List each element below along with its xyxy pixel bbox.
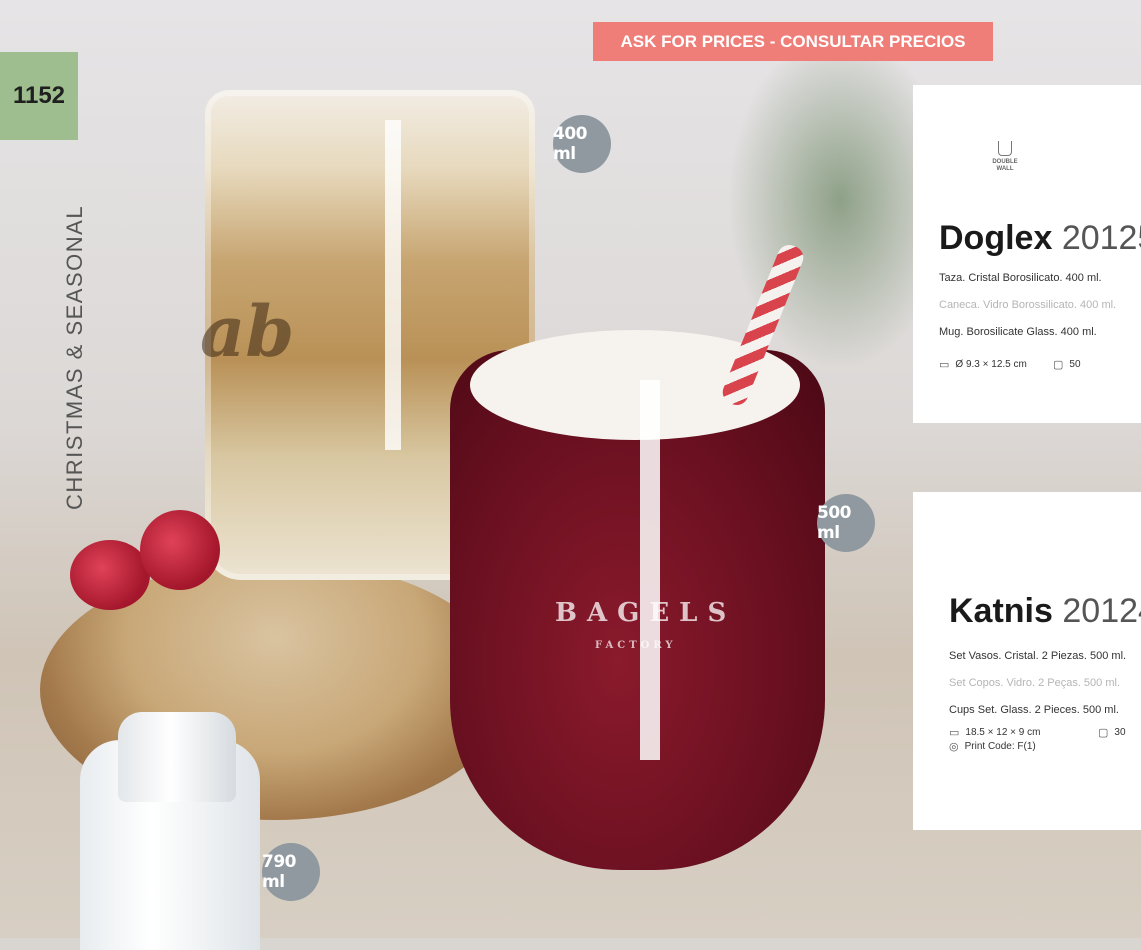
ruler-icon: ▭ — [949, 727, 960, 739]
print-code-value: Print Code: F(1) — [964, 741, 1036, 752]
capacity-badge-790: 790 ml — [262, 843, 320, 901]
box-icon: ▢ — [1053, 359, 1064, 371]
product-name: Doglex 20125 — [939, 219, 1141, 258]
double-wall-icon: DOUBLE WALL — [985, 141, 1025, 173]
dimensions-value: 18.5 × 12 × 9 cm — [965, 727, 1041, 738]
glass-straw — [640, 380, 660, 760]
print-icon: ◎ — [949, 741, 959, 753]
description-es: Set Vasos. Cristal. 2 Piezas. 500 ml. — [949, 650, 1127, 662]
glass-print-sub: FACTORY — [595, 640, 677, 651]
bottle-cap — [118, 712, 236, 802]
description-pt: Caneca. Vidro Borossilicato. 400 ml. — [939, 299, 1117, 311]
capacity-badge-400: 400 ml — [553, 115, 611, 173]
product-code: 20124 — [1062, 592, 1141, 630]
raspberry — [140, 510, 220, 590]
section-title: CHRISTMAS & SEASONAL — [62, 204, 87, 510]
product-card-katnis[interactable]: Katnis 20124 Set Vasos. Cristal. 2 Pieza… — [913, 492, 1141, 830]
product-name: Katnis 20124 — [949, 592, 1141, 631]
print-code-spec: ◎ Print Code: F(1) — [949, 740, 1036, 753]
dimensions-spec: ▭ Ø 9.3 × 12.5 cm — [939, 358, 1027, 371]
mug-print: ab — [200, 290, 295, 373]
box-qty-value: 30 — [1114, 727, 1126, 738]
box-qty-spec: ▢ 30 — [1098, 726, 1126, 739]
description-en: Cups Set. Glass. 2 Pieces. 500 ml. — [949, 704, 1119, 716]
capacity-badge-500: 500 ml — [817, 494, 875, 552]
glass-print: BAGELS — [555, 598, 737, 628]
raspberry — [70, 540, 150, 610]
page-number: 1152 — [0, 52, 78, 140]
mug-straw — [385, 120, 401, 450]
ruler-icon: ▭ — [939, 359, 950, 371]
description-pt: Set Copos. Vidro. 2 Peças. 500 ml. — [949, 677, 1120, 689]
description-es: Taza. Cristal Borosilicato. 400 ml. — [939, 272, 1102, 284]
double-wall-label-2: WALL — [996, 166, 1014, 172]
box-qty-value: 50 — [1069, 359, 1081, 370]
description-en: Mug. Borosilicate Glass. 400 ml. — [939, 326, 1097, 338]
product-name-text: Katnis — [949, 592, 1053, 630]
double-wall-label-1: DOUBLE — [992, 159, 1018, 165]
product-card-doglex[interactable]: DOUBLE WALL Doglex 20125 Taza. Cristal B… — [913, 85, 1141, 423]
price-banner[interactable]: ASK FOR PRICES - CONSULTAR PRECIOS — [593, 22, 993, 61]
product-name-text: Doglex — [939, 219, 1053, 257]
dimensions-value: Ø 9.3 × 12.5 cm — [955, 359, 1027, 370]
product-code: 20125 — [1061, 219, 1141, 257]
box-qty-spec: ▢ 50 — [1053, 358, 1081, 371]
dimensions-spec: ▭ 18.5 × 12 × 9 cm — [949, 726, 1040, 739]
box-icon: ▢ — [1098, 727, 1109, 739]
